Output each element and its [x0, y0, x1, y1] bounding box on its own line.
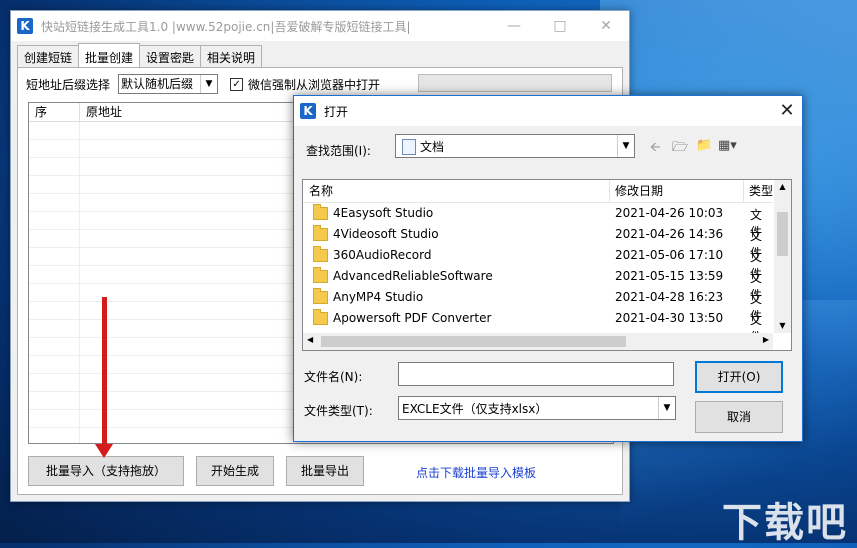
scroll-right-icon[interactable]: ▶ [763, 335, 769, 344]
grid-column-separator [79, 122, 80, 443]
maximize-icon[interactable]: □ [537, 11, 583, 41]
file-row[interactable]: 360AudioRecord 2021-05-06 17:10 文件 [303, 245, 773, 281]
document-icon [402, 139, 416, 155]
open-dialog: K 打开 ✕ 查找范围(I): 文档 ▼ 🡨 🗁 📁 ▦▾ 名称 修改日期 类型… [293, 95, 803, 442]
back-arrow-icon[interactable]: 🡨 [650, 138, 661, 160]
options-row: 短地址后缀选择 默认随机后缀 ▼ ✓ 微信强制从浏览器中打开 [26, 74, 380, 94]
tab-batch-create[interactable]: 批量创建 [78, 43, 141, 70]
file-name: AdvancedReliableSoftware [333, 269, 493, 283]
file-date: 2021-04-26 10:03 [615, 206, 724, 220]
file-row[interactable]: Apowersoft PDF Converter 2021-04-30 13:5… [303, 308, 773, 344]
file-row[interactable]: 4Easysoft Studio 2021-04-26 10:03 文件 [303, 203, 773, 239]
close-icon[interactable]: ✕ [583, 11, 629, 41]
main-window-title: 快站短链接生成工具1.0 |www.52pojie.cn|吾爱破解专版短链接工具… [41, 19, 411, 34]
chevron-down-icon: ▼ [617, 135, 634, 157]
suffix-select[interactable]: 默认随机后缀 ▼ [118, 74, 219, 94]
column-name[interactable]: 名称 [303, 180, 610, 202]
file-name: 4Easysoft Studio [333, 206, 434, 220]
folder-icon [313, 287, 328, 304]
main-tabs: 创建短链 批量创建 设置密匙 相关说明 [17, 43, 263, 70]
scroll-left-icon[interactable]: ◀ [307, 335, 313, 344]
file-date: 2021-05-06 17:10 [615, 248, 724, 262]
red-arrow-annotation [102, 297, 107, 447]
grid-col-index[interactable]: 序 [29, 103, 80, 121]
filetype-value: EXCLE文件（仅支持xlsx） [402, 402, 548, 416]
main-titlebar[interactable]: K 快站短链接生成工具1.0 |www.52pojie.cn|吾爱破解专版短链接… [11, 11, 629, 41]
tab-create-short-link[interactable]: 创建短链 [17, 45, 80, 68]
chevron-down-icon: ▼ [658, 397, 675, 419]
batch-export-button[interactable]: 批量导出 [286, 456, 364, 486]
scroll-up-icon[interactable]: ▲ [774, 180, 791, 194]
dialog-title: 打开 [324, 104, 349, 119]
file-list-header: 名称 修改日期 类型 [303, 180, 773, 203]
open-button[interactable]: 打开(O) [695, 361, 783, 393]
folder-icon [313, 308, 328, 325]
filename-label: 文件名(N): [304, 370, 363, 384]
dialog-titlebar[interactable]: K 打开 ✕ [294, 96, 802, 126]
file-date: 2021-04-26 14:36 [615, 227, 724, 241]
file-row[interactable]: AnyMP4 Studio 2021-04-28 16:23 文件 [303, 287, 773, 323]
up-folder-icon[interactable]: 🗁 [672, 138, 688, 160]
suffix-select-value: 默认随机后缀 [121, 77, 194, 91]
look-in-value: 文档 [420, 140, 445, 154]
file-name: Apowersoft PDF Converter [333, 311, 492, 325]
folder-icon [313, 245, 328, 262]
file-row[interactable]: AdvancedReliableSoftware 2021-05-15 13:5… [303, 266, 773, 302]
folder-icon [313, 224, 328, 241]
view-menu-icon[interactable]: ▦▾ [718, 138, 737, 153]
tab-about[interactable]: 相关说明 [200, 45, 263, 68]
wechat-checkbox-label: 微信强制从浏览器中打开 [248, 77, 381, 92]
file-list[interactable]: 名称 修改日期 类型 4Easysoft Studio 2021-04-26 1… [302, 179, 792, 351]
tab-set-key[interactable]: 设置密匙 [139, 45, 202, 68]
app-k-icon: K [300, 103, 316, 119]
filetype-select[interactable]: EXCLE文件（仅支持xlsx） ▼ [398, 396, 676, 420]
file-date: 2021-04-28 16:23 [615, 290, 724, 304]
filetype-label: 文件类型(T): [304, 404, 373, 418]
file-name: AnyMP4 Studio [333, 290, 424, 304]
vertical-scroll-thumb[interactable] [777, 212, 788, 256]
filename-input[interactable] [398, 362, 674, 386]
batch-import-button[interactable]: 批量导入（支持拖放） [28, 456, 184, 486]
new-folder-icon[interactable]: 📁 [696, 138, 712, 153]
app-k-icon: K [17, 18, 33, 34]
wechat-checkbox[interactable]: ✓ [230, 77, 244, 91]
suffix-label: 短地址后缀选择 [26, 77, 111, 92]
vertical-scrollbar[interactable]: ▲ ▼ [774, 180, 791, 333]
close-icon[interactable]: ✕ [772, 96, 802, 126]
column-modified-date[interactable]: 修改日期 [609, 180, 744, 202]
progress-bar [418, 74, 612, 92]
red-arrow-head [95, 444, 113, 458]
file-row[interactable]: 4Videosoft Studio 2021-04-26 14:36 文件 [303, 224, 773, 260]
file-name: 360AudioRecord [333, 248, 432, 262]
look-in-select[interactable]: 文档 ▼ [395, 134, 635, 158]
start-generate-button[interactable]: 开始生成 [196, 456, 274, 486]
look-in-label: 查找范围(I): [306, 144, 371, 158]
folder-icon [313, 266, 328, 283]
horizontal-scrollbar[interactable]: ◀ ▶ [303, 333, 773, 350]
watermark-logo: 下载吧 [722, 500, 848, 546]
cancel-button[interactable]: 取消 [695, 401, 783, 433]
chevron-down-icon: ▼ [200, 75, 217, 93]
download-template-link[interactable]: 点击下载批量导入模板 [416, 464, 536, 481]
file-date: 2021-05-15 13:59 [615, 269, 724, 283]
horizontal-scroll-thumb[interactable] [321, 336, 626, 347]
file-name: 4Videosoft Studio [333, 227, 439, 241]
folder-icon [313, 203, 328, 220]
minimize-icon[interactable]: — [491, 11, 537, 41]
file-date: 2021-04-30 13:50 [615, 311, 724, 325]
scroll-down-icon[interactable]: ▼ [774, 319, 791, 333]
